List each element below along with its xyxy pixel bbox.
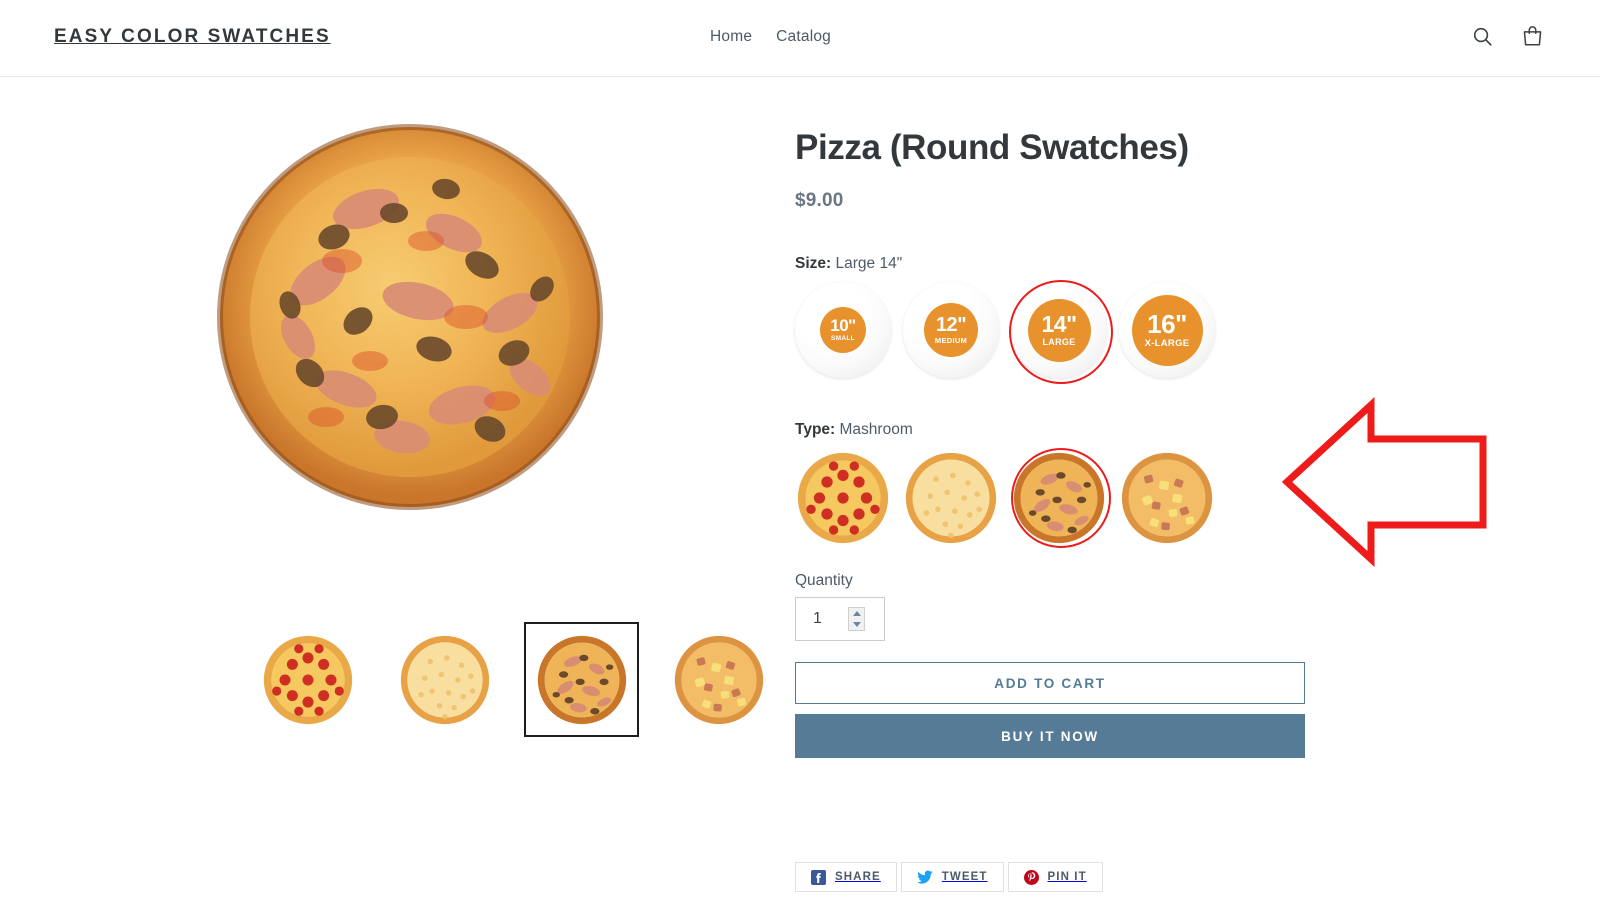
size-swatch-medium[interactable]: 12" MEDIUM <box>903 282 999 378</box>
size-option-label: Size: Large 14" <box>795 255 1355 273</box>
search-icon[interactable] <box>1471 25 1494 48</box>
pizza-hawaiian-swatch-icon <box>1121 452 1213 544</box>
featured-product-image[interactable] <box>80 107 740 527</box>
share-facebook-label: SHARE <box>835 871 881 883</box>
cart-icon[interactable] <box>1521 24 1544 48</box>
thumbnail-mashroom[interactable] <box>524 622 639 737</box>
type-swatch-hawaiian[interactable] <box>1119 450 1215 546</box>
size-number-medium: 12" <box>935 314 967 337</box>
pizza-hawaiian-thumb <box>674 635 763 724</box>
quantity-increment-button[interactable] <box>849 608 864 619</box>
pizza-cheese-swatch-icon <box>905 452 997 544</box>
quantity-stepper[interactable] <box>795 597 885 641</box>
facebook-icon <box>811 869 826 885</box>
thumbnail-cheese[interactable] <box>387 622 502 737</box>
thumbnail-hawaiian[interactable] <box>661 622 776 737</box>
share-pinterest-button[interactable]: PIN IT <box>1007 862 1103 892</box>
share-pinterest-label: PIN IT <box>1047 871 1087 883</box>
caret-down-icon <box>852 622 861 627</box>
site-header: EASY COLOR SWATCHES Home Catalog <box>0 0 1600 77</box>
product-price: $9.00 <box>795 190 844 211</box>
size-number-xlarge: 16" <box>1147 309 1187 340</box>
share-twitter-button[interactable]: TWEET <box>900 862 1004 892</box>
quantity-decrement-button[interactable] <box>849 619 864 630</box>
size-swatch-small[interactable]: 10" SMALL <box>795 282 891 378</box>
product-info: Pizza (Round Swatches) $9.00 Size: Large… <box>795 127 1355 758</box>
quantity-block: Quantity <box>795 572 1355 641</box>
size-bubble-large: 14" LARGE <box>1027 298 1091 362</box>
type-swatch-mashroom[interactable] <box>1011 448 1111 548</box>
main-navigation: Home Catalog <box>710 28 831 46</box>
size-swatch-xlarge[interactable]: 16" X-LARGE <box>1119 282 1215 378</box>
size-label-text: Size: <box>795 255 832 272</box>
share-facebook-button[interactable]: SHARE <box>795 862 897 892</box>
size-caption-small: SMALL <box>831 335 855 343</box>
share-twitter-label: TWEET <box>941 871 988 883</box>
size-caption-medium: MEDIUM <box>934 336 968 346</box>
size-number-small: 10" <box>830 316 856 336</box>
twitter-icon <box>916 870 933 884</box>
size-bubble-small: 10" SMALL <box>820 307 866 353</box>
option-size: Size: Large 14" 10" SMALL 12" MEDIUM 14"… <box>795 255 1355 384</box>
nav-link-catalog[interactable]: Catalog <box>776 28 831 46</box>
type-selected-value: Mashroom <box>839 421 913 438</box>
quantity-label: Quantity <box>795 572 853 589</box>
caret-up-icon <box>852 611 861 616</box>
quantity-spinner[interactable] <box>848 607 865 631</box>
type-label-text: Type: <box>795 421 836 438</box>
size-number-large: 14" <box>1041 311 1078 337</box>
site-logo[interactable]: EASY COLOR SWATCHES <box>54 26 331 48</box>
buy-it-now-button[interactable]: BUY IT NOW <box>795 714 1305 758</box>
thumbnail-list <box>250 622 776 737</box>
pinterest-icon <box>1023 869 1039 885</box>
pizza-pepperoni-thumb <box>263 635 352 724</box>
nav-link-home[interactable]: Home <box>710 28 752 46</box>
option-type: Type: Mashroom <box>795 421 1355 548</box>
product-page: Pizza (Round Swatches) $9.00 Size: Large… <box>0 77 1600 900</box>
size-swatch-row: 10" SMALL 12" MEDIUM 14" LARGE 16" X-LAR… <box>795 280 1355 384</box>
add-to-cart-button[interactable]: ADD TO CART <box>795 662 1305 704</box>
size-bubble-xlarge: 16" X-LARGE <box>1131 294 1203 366</box>
size-bubble-medium: 12" MEDIUM <box>924 303 978 357</box>
type-swatch-pepperoni[interactable] <box>795 450 891 546</box>
pizza-pepperoni-swatch-icon <box>797 452 889 544</box>
size-caption-xlarge: X-LARGE <box>1144 338 1190 350</box>
thumbnail-pepperoni[interactable] <box>250 622 365 737</box>
social-share-row: SHARE TWEET PIN IT <box>795 862 1103 892</box>
header-icon-group <box>1471 24 1544 48</box>
product-title: Pizza (Round Swatches) <box>795 128 1189 167</box>
quantity-input[interactable] <box>796 610 848 628</box>
pizza-cheese-thumb <box>400 635 489 724</box>
size-selected-value: Large 14" <box>835 255 903 272</box>
pizza-mashroom-swatch-icon <box>1013 452 1105 544</box>
type-swatch-cheese[interactable] <box>903 450 999 546</box>
type-swatch-row <box>795 448 1355 548</box>
size-swatch-large[interactable]: 14" LARGE <box>1009 280 1113 384</box>
size-caption-large: LARGE <box>1042 337 1076 347</box>
pizza-mushroom-large-image <box>217 124 603 510</box>
pizza-mashroom-thumb <box>537 635 626 724</box>
type-option-label: Type: Mashroom <box>795 421 1355 439</box>
product-media <box>80 107 776 737</box>
